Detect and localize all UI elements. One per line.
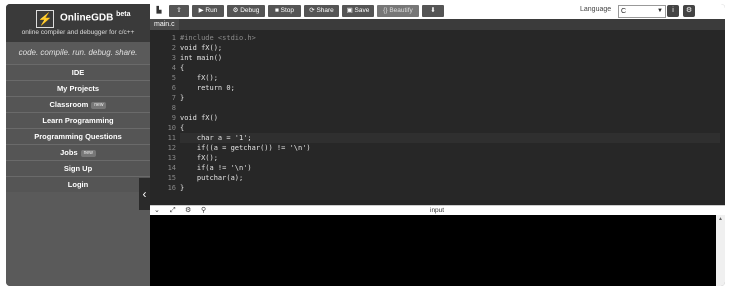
code-line[interactable]: } xyxy=(180,183,720,193)
code-line[interactable]: char a = '1'; xyxy=(180,133,720,143)
line-number-gutter: 1 2 3 4 5 6 7 8 9 10 11 12 13 14 15 16 xyxy=(150,33,178,193)
code-line[interactable]: if((a = getchar()) != '\n') xyxy=(180,143,720,153)
code-line[interactable]: { xyxy=(180,63,720,73)
sidebar-item-label: Classroom xyxy=(49,100,89,109)
chevron-down-icon: ▼ xyxy=(657,8,663,14)
line-number: 16 xyxy=(167,184,176,192)
collapse-sidebar-button[interactable]: ‹ xyxy=(139,178,150,210)
sidebar-item-label: My Projects xyxy=(56,84,100,93)
line-number: 2 xyxy=(171,44,176,52)
toolbar: ▙ ⇧ ▶ Run ⚙ Debug ■ Stop ⟳ Share ▣ Save … xyxy=(150,4,725,19)
code-line[interactable]: #include <stdio.h> xyxy=(180,33,720,43)
tagline: code. compile. run. debug. share. xyxy=(6,42,150,64)
code-line[interactable]: int main() xyxy=(180,53,720,63)
line-number: 9 xyxy=(171,114,176,122)
app-window: ⚡ OnlineGDB beta online compiler and deb… xyxy=(6,4,725,286)
line-number: 1 xyxy=(171,34,176,42)
download-button[interactable]: ⬇ xyxy=(422,5,444,17)
new-file-button[interactable]: ▙ xyxy=(152,5,166,17)
sidebar-item-label: Programming Questions xyxy=(34,132,122,141)
line-number: 7 xyxy=(171,94,176,102)
tab-main-c[interactable]: main.c xyxy=(150,19,179,30)
sidebar-item-my-projects[interactable]: My Projects xyxy=(6,80,150,96)
sidebar-nav: IDE My Projects Classroom new Learn Programm… xyxy=(6,64,150,192)
sidebar-item-jobs[interactable]: Jobs new xyxy=(6,144,150,160)
logo-block[interactable]: ⚡ OnlineGDB beta online compiler and deb… xyxy=(6,4,150,42)
beta-label: beta xyxy=(116,11,131,18)
sidebar-item-label: Sign Up xyxy=(63,164,93,173)
scroll-up-icon[interactable]: ▲ xyxy=(718,216,723,222)
stop-button[interactable]: ■ Stop xyxy=(268,5,301,17)
code-line[interactable]: fX(); xyxy=(180,153,720,163)
code-line[interactable]: { xyxy=(180,123,720,133)
language-value: C xyxy=(621,8,627,15)
sidebar-item-programming-questions[interactable]: Programming Questions xyxy=(6,128,150,144)
debug-button[interactable]: ⚙ Debug xyxy=(227,5,265,17)
settings-gear-button[interactable]: ⚙ xyxy=(683,5,695,17)
line-number: 14 xyxy=(167,164,176,172)
sidebar-item-login[interactable]: Login xyxy=(6,176,150,192)
line-number: 8 xyxy=(171,104,176,112)
language-select[interactable]: C ▼ xyxy=(618,5,666,18)
code-line[interactable]: putchar(a); xyxy=(180,173,720,183)
sidebar-item-classroom[interactable]: Classroom new xyxy=(6,96,150,112)
lightning-logo-icon: ⚡ xyxy=(36,10,54,28)
run-button[interactable]: ▶ Run xyxy=(192,5,224,17)
code-line[interactable] xyxy=(180,103,720,113)
sidebar-item-label: IDE xyxy=(71,68,85,77)
sidebar-item-label: Jobs xyxy=(60,148,78,157)
line-number: 10 xyxy=(167,124,176,132)
save-button[interactable]: ▣ Save xyxy=(342,5,374,17)
line-number: 13 xyxy=(167,154,176,162)
code-line[interactable]: return 0; xyxy=(180,83,720,93)
line-number: 5 xyxy=(171,74,176,82)
code-line[interactable]: void fX(); xyxy=(180,43,720,53)
sidebar-item-ide[interactable]: IDE xyxy=(6,64,150,80)
line-number: 6 xyxy=(171,84,176,92)
new-badge: new xyxy=(80,149,96,157)
code-area[interactable]: #include <stdio.h> void fX(); int main(){ … xyxy=(180,33,720,193)
sidebar: ⚡ OnlineGDB beta online compiler and deb… xyxy=(6,4,150,286)
code-line[interactable]: } xyxy=(180,93,720,103)
sidebar-item-sign-up[interactable]: Sign Up xyxy=(6,160,150,176)
site-subtitle: online compiler and debugger for c/c++ xyxy=(21,29,135,36)
sidebar-item-learn-programming[interactable]: Learn Programming xyxy=(6,112,150,128)
line-number: 12 xyxy=(167,144,176,152)
sidebar-item-label: Login xyxy=(67,180,89,189)
code-editor[interactable]: 1 2 3 4 5 6 7 8 9 10 11 12 13 14 15 16 #include <stdio.… xyxy=(150,30,725,205)
console-output[interactable] xyxy=(150,215,716,286)
code-line[interactable]: if(a != '\n') xyxy=(180,163,720,173)
sidebar-item-label: Learn Programming xyxy=(42,116,114,125)
info-button[interactable]: i xyxy=(667,5,679,17)
new-badge: new xyxy=(91,101,107,109)
code-line[interactable]: fX(); xyxy=(180,73,720,83)
site-title-text: OnlineGDB xyxy=(60,12,114,24)
line-number: 15 xyxy=(167,174,176,182)
line-number: 11 xyxy=(167,134,176,142)
file-tab-bar: main.c xyxy=(150,19,725,30)
console-scrollbar[interactable]: ▲ xyxy=(716,215,725,286)
language-label: Language xyxy=(580,6,612,13)
site-title: OnlineGDB beta xyxy=(60,11,131,23)
line-number: 3 xyxy=(171,54,176,62)
line-number: 4 xyxy=(171,64,176,72)
code-line[interactable]: void fX() xyxy=(180,113,720,123)
share-button[interactable]: ⟳ Share xyxy=(304,5,339,17)
upload-button[interactable]: ⇧ xyxy=(169,5,189,17)
beautify-button[interactable]: {} Beautify xyxy=(377,5,419,17)
